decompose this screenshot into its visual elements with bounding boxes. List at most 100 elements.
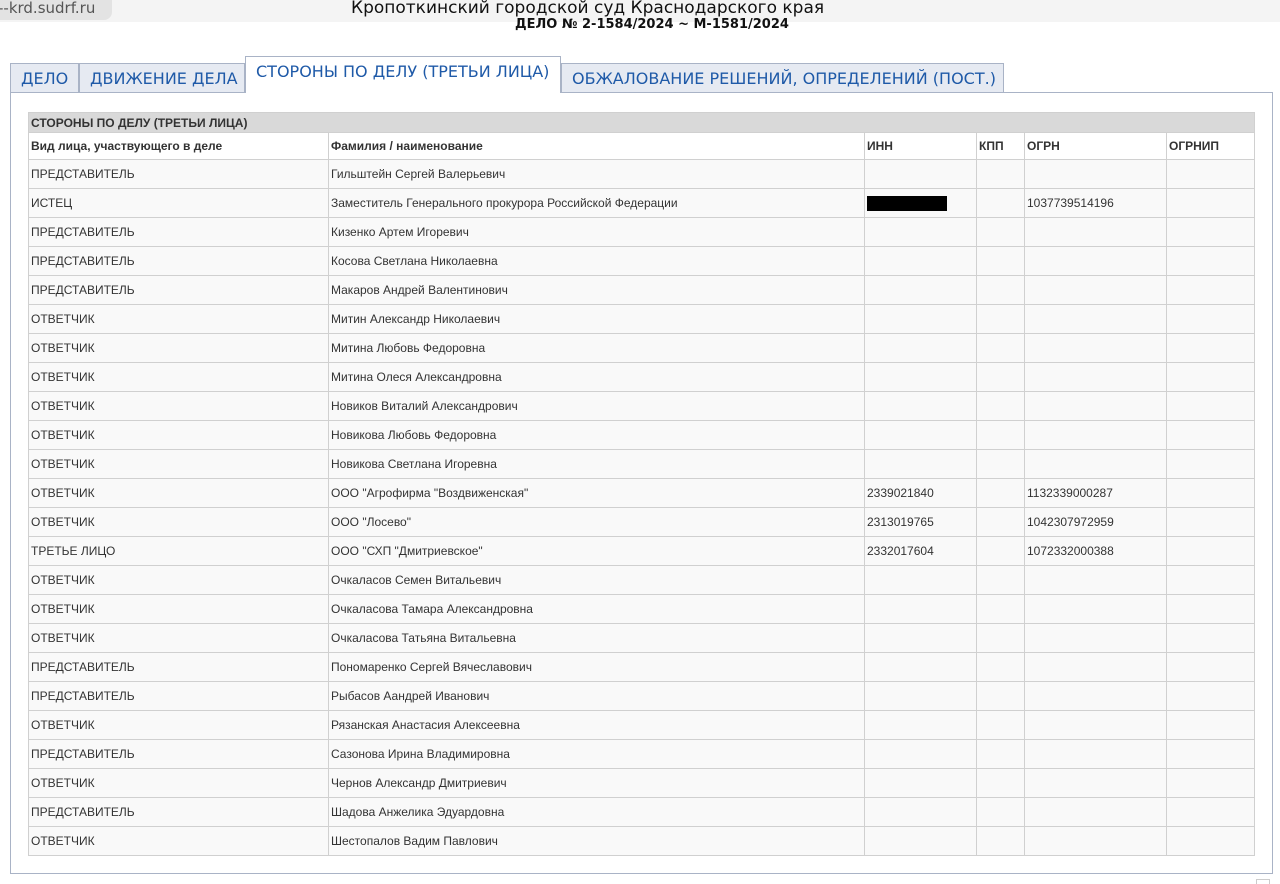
cell-ogrn	[1024, 594, 1167, 624]
cell-name: ООО "СХП "Дмитриевское"	[328, 536, 865, 566]
cell-role: ОТВЕТЧИК	[28, 768, 329, 798]
cell-name: Митина Олеся Александровна	[328, 362, 865, 392]
cell-inn	[864, 826, 977, 856]
cell-ogrn	[1024, 391, 1167, 421]
cell-role: ПРЕДСТАВИТЕЛЬ	[28, 652, 329, 682]
parties-table: СТОРОНЫ ПО ДЕЛУ (ТРЕТЬИ ЛИЦА) Вид лица, …	[27, 112, 1256, 856]
cell-kpp	[976, 826, 1025, 856]
cell-ogrnip	[1165, 478, 1256, 508]
cell-kpp	[976, 710, 1025, 740]
cell-ogrnip	[1165, 826, 1256, 856]
cell-kpp	[976, 188, 1025, 218]
table-row: ОТВЕТЧИК Митин Александр Николаевич	[28, 304, 1256, 334]
redacted-block	[867, 195, 947, 211]
cell-kpp	[976, 362, 1025, 392]
cell-inn	[864, 362, 977, 392]
cell-role: ОТВЕТЧИК	[28, 594, 329, 624]
scroll-corner	[1256, 879, 1270, 884]
column-header-inn: ИНН	[864, 132, 977, 160]
cell-inn: 2339021840	[864, 478, 977, 508]
cell-ogrnip	[1165, 246, 1256, 276]
cell-kpp	[976, 623, 1025, 653]
cell-ogrn	[1024, 826, 1167, 856]
table-column-headers: Вид лица, участвующего в деле Фамилия / …	[28, 132, 1256, 160]
tab-appeals[interactable]: ОБЖАЛОВАНИЕ РЕШЕНИЙ, ОПРЕДЕЛЕНИЙ (ПОСТ.)	[561, 63, 1004, 92]
cell-ogrn: 1042307972959	[1024, 507, 1167, 537]
cell-inn	[864, 739, 977, 769]
cell-inn	[864, 768, 977, 798]
cell-name: Рыбасов Аандрей Иванович	[328, 681, 865, 711]
cell-ogrn	[1024, 333, 1167, 363]
cell-ogrn	[1024, 246, 1167, 276]
tab-case-movement[interactable]: ДВИЖЕНИЕ ДЕЛА	[79, 63, 245, 92]
cell-inn	[864, 420, 977, 450]
cell-inn	[864, 304, 977, 334]
cell-ogrnip	[1165, 420, 1256, 450]
cell-role: ОТВЕТЧИК	[28, 565, 329, 595]
cell-inn	[864, 449, 977, 479]
cell-inn: 2332017604	[864, 536, 977, 566]
cell-ogrnip	[1165, 739, 1256, 769]
cell-inn: 2313019765	[864, 507, 977, 537]
cell-ogrn	[1024, 565, 1167, 595]
cell-role: ПРЕДСТАВИТЕЛЬ	[28, 246, 329, 276]
cell-name: Кизенко Артем Игоревич	[328, 217, 865, 247]
tab-case[interactable]: ДЕЛО	[10, 63, 79, 92]
cell-ogrnip	[1165, 159, 1256, 189]
cell-name: ООО "Агрофирма "Воздвиженская"	[328, 478, 865, 508]
table-row: ПРЕДСТАВИТЕЛЬ Рыбасов Аандрей Иванович	[28, 681, 1256, 711]
cell-inn	[864, 623, 977, 653]
url-bar[interactable]: --krd.sudrf.ru	[0, 0, 112, 20]
cell-ogrnip	[1165, 507, 1256, 537]
cell-role: ОТВЕТЧИК	[28, 710, 329, 740]
cell-role: ПРЕДСТАВИТЕЛЬ	[28, 275, 329, 305]
cell-ogrnip	[1165, 797, 1256, 827]
table-row: ТРЕТЬЕ ЛИЦО ООО "СХП "Дмитриевское" 233201…	[28, 536, 1256, 566]
cell-inn	[864, 188, 977, 218]
cell-ogrnip	[1165, 710, 1256, 740]
table-row: ПРЕДСТАВИТЕЛЬ Шадова Анжелика Эдуардовна	[28, 797, 1256, 827]
cell-name: Чернов Александр Дмитриевич	[328, 768, 865, 798]
cell-ogrn	[1024, 275, 1167, 305]
cell-inn	[864, 594, 977, 624]
cell-kpp	[976, 304, 1025, 334]
table-row: ОТВЕТЧИК Митина Олеся Александровна	[28, 362, 1256, 392]
cell-kpp	[976, 420, 1025, 450]
cell-name: Шестопалов Вадим Павлович	[328, 826, 865, 856]
cell-inn	[864, 710, 977, 740]
cell-role: ПРЕДСТАВИТЕЛЬ	[28, 159, 329, 189]
cell-inn	[864, 275, 977, 305]
table-row: ОТВЕТЧИК Новиков Виталий Александрович	[28, 391, 1256, 421]
cell-kpp	[976, 565, 1025, 595]
cell-inn	[864, 159, 977, 189]
cell-ogrnip	[1165, 275, 1256, 305]
cell-role: ОТВЕТЧИК	[28, 362, 329, 392]
cell-role: ПРЕДСТАВИТЕЛЬ	[28, 739, 329, 769]
tab-parties[interactable]: СТОРОНЫ ПО ДЕЛУ (ТРЕТЬИ ЛИЦА)	[245, 56, 561, 93]
cell-kpp	[976, 159, 1025, 189]
table-section-header: СТОРОНЫ ПО ДЕЛУ (ТРЕТЬИ ЛИЦА)	[27, 112, 1256, 133]
cell-ogrn	[1024, 449, 1167, 479]
cell-role: ОТВЕТЧИК	[28, 333, 329, 363]
cell-role: ОТВЕТЧИК	[28, 420, 329, 450]
cell-ogrnip	[1165, 333, 1256, 363]
cell-kpp	[976, 333, 1025, 363]
cell-ogrn	[1024, 420, 1167, 450]
cell-kpp	[976, 739, 1025, 769]
table-row: ПРЕДСТАВИТЕЛЬ Косова Светлана Николаевна	[28, 246, 1256, 276]
cell-ogrnip	[1165, 594, 1256, 624]
cell-ogrn: 1132339000287	[1024, 478, 1167, 508]
cell-ogrnip	[1165, 304, 1256, 334]
cell-inn	[864, 797, 977, 827]
cell-name: Макаров Андрей Валентинович	[328, 275, 865, 305]
cell-ogrn	[1024, 739, 1167, 769]
column-header-role: Вид лица, участвующего в деле	[28, 132, 329, 160]
cell-ogrnip	[1165, 362, 1256, 392]
cell-name: Митина Любовь Федоровна	[328, 333, 865, 363]
cell-role: ОТВЕТЧИК	[28, 391, 329, 421]
cell-name: Рязанская Анастасия Алексеевна	[328, 710, 865, 740]
table-row: ОТВЕТЧИК Очкаласова Татьяна Витальевна	[28, 623, 1256, 653]
cell-ogrnip	[1165, 217, 1256, 247]
table-row: ПРЕДСТАВИТЕЛЬ Пономаренко Сергей Вячеслав…	[28, 652, 1256, 682]
cell-ogrn: 1072332000388	[1024, 536, 1167, 566]
